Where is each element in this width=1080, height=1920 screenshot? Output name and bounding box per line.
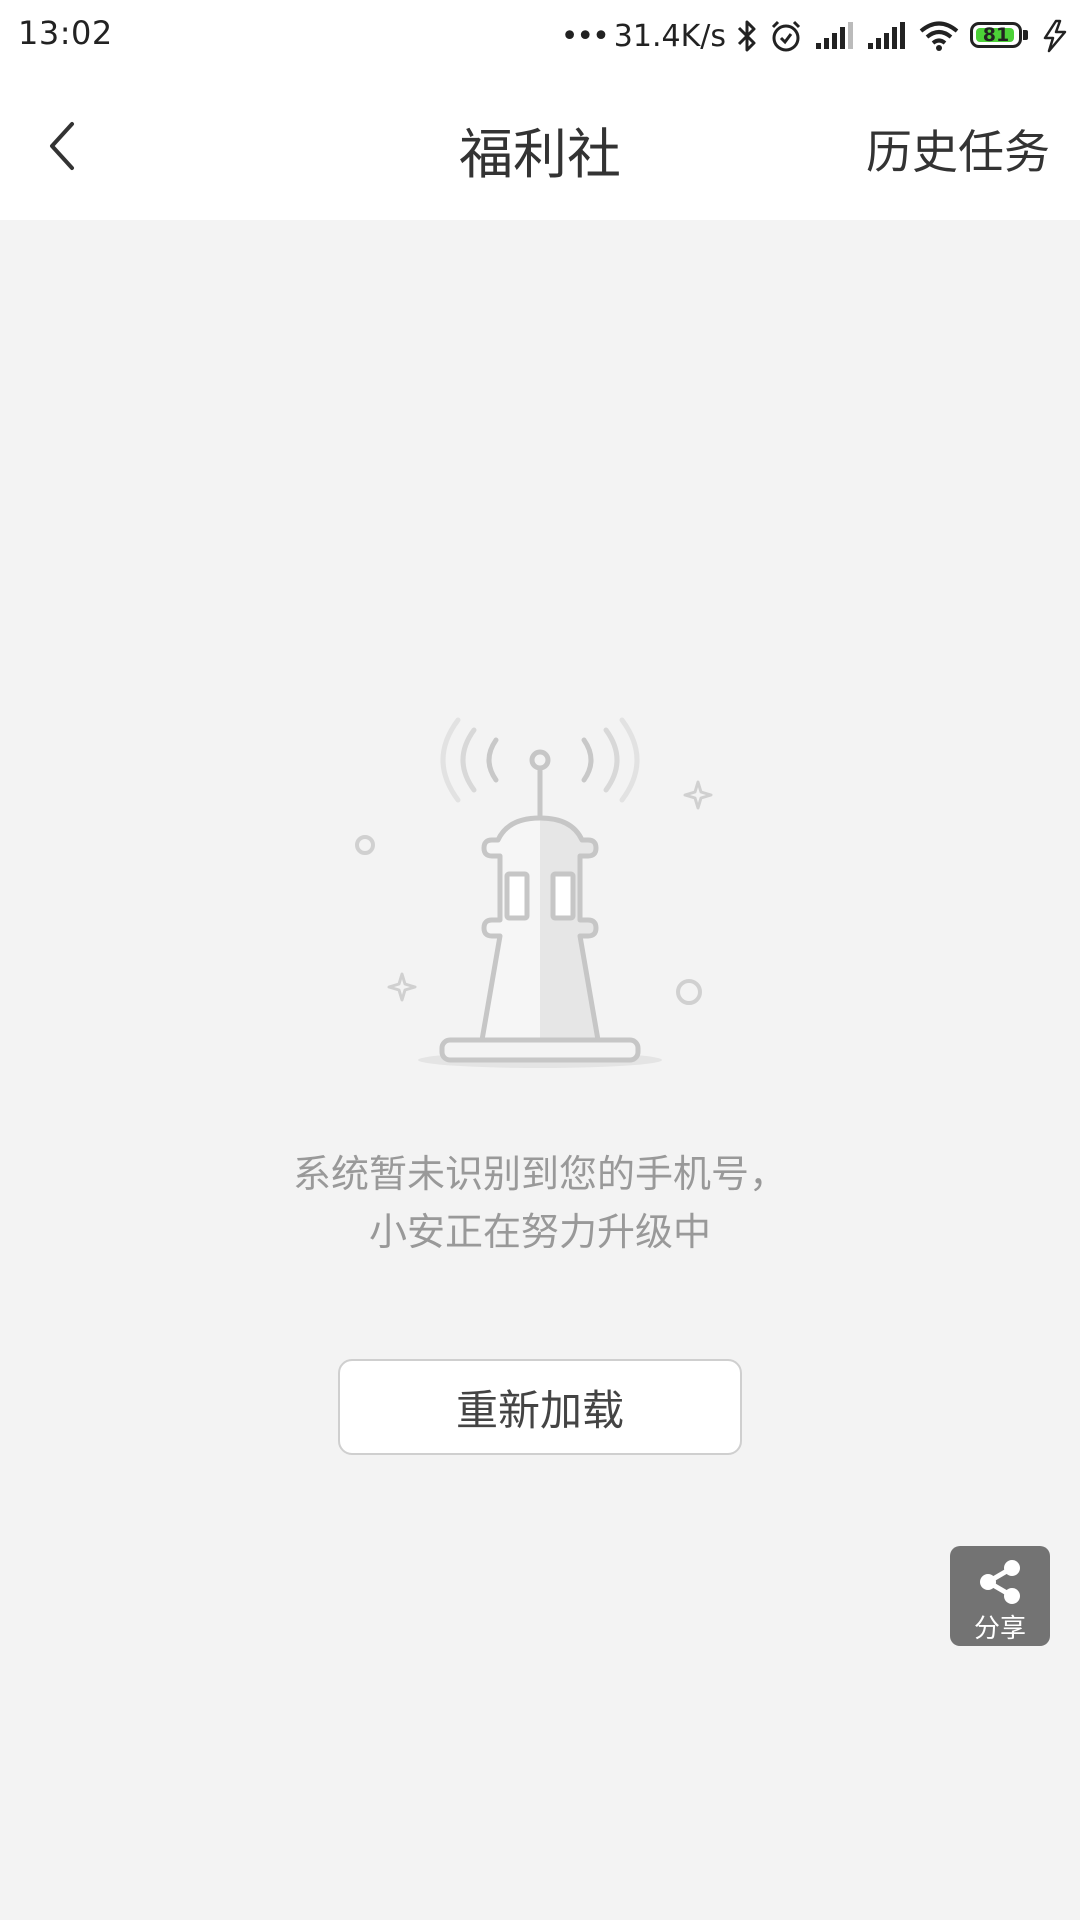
network-speed: 31.4K/s	[613, 18, 726, 54]
share-label: 分享	[973, 1614, 1026, 1644]
notification-dots: •••	[560, 18, 610, 54]
empty-state-message: 系统暂未识别到您的手机号， 小安正在努力升级中	[0, 1145, 1080, 1261]
lighthouse-broadcast-illustration	[340, 700, 740, 1080]
header-bar: 福利社 历史任务	[0, 72, 1080, 220]
charging-icon	[1040, 19, 1070, 53]
share-icon	[980, 1560, 1020, 1604]
history-tasks-link[interactable]: 历史任务	[866, 116, 1050, 182]
wifi-icon	[918, 20, 960, 52]
message-line-1: 系统暂未识别到您的手机号，	[292, 1152, 787, 1196]
status-time: 13:02	[18, 14, 113, 52]
status-indicators: ••• 31.4K/s 81	[561, 14, 1070, 58]
battery-icon: 81	[970, 22, 1030, 50]
status-bar: 13:02 ••• 31.4K/s 81	[0, 0, 1080, 72]
reload-button[interactable]: 重新加载	[338, 1359, 742, 1455]
alarm-icon	[768, 18, 804, 54]
bluetooth-icon	[736, 19, 758, 53]
signal-icon	[866, 21, 908, 51]
share-button[interactable]: 分享	[950, 1546, 1050, 1646]
signal-icon	[814, 21, 856, 51]
message-line-2: 小安正在努力升级中	[368, 1210, 711, 1254]
battery-level: 81	[982, 24, 1010, 46]
